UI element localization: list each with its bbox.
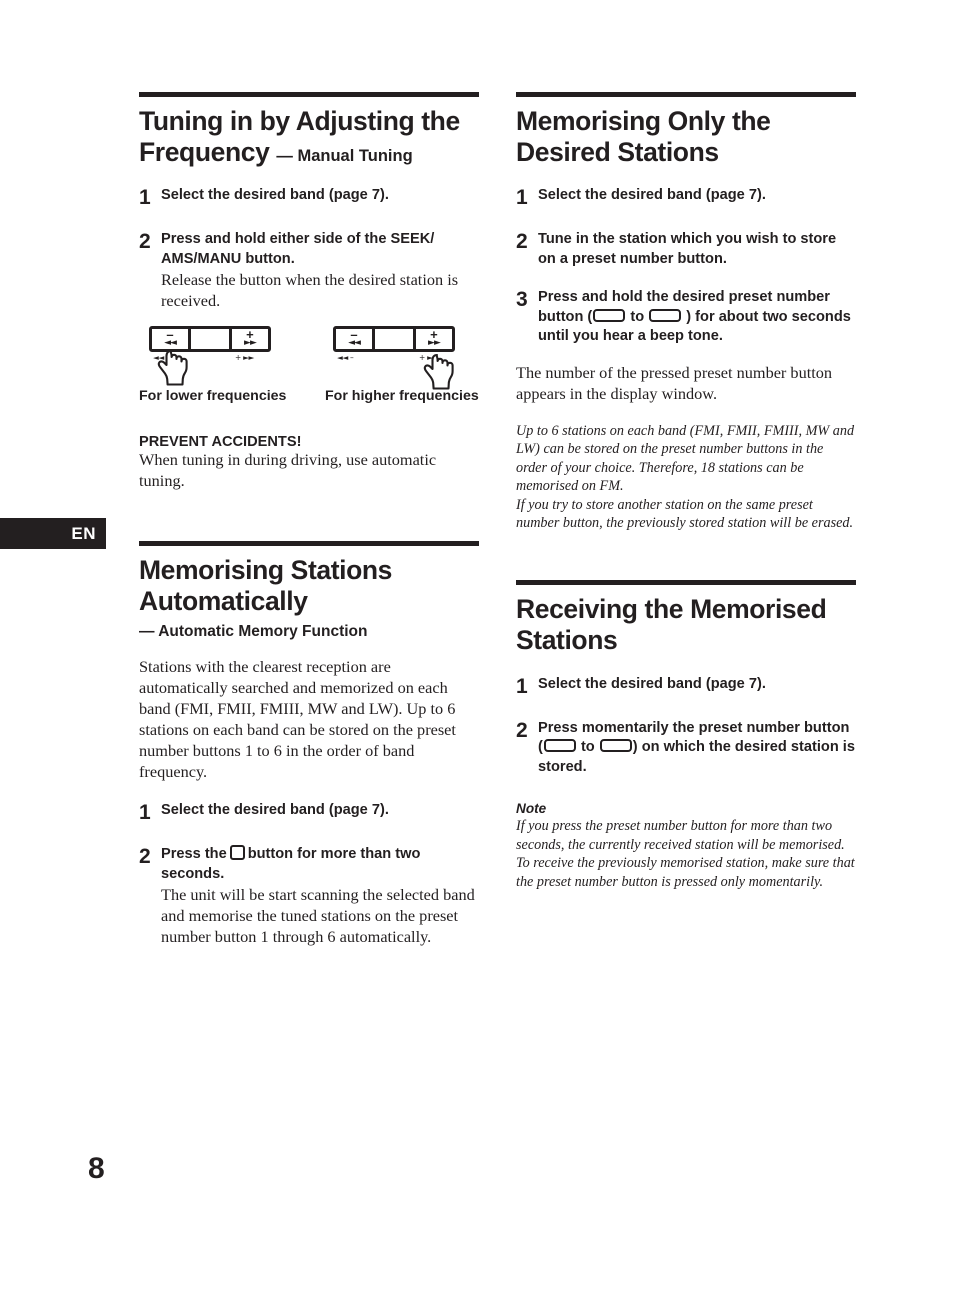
preset-button-1-icon	[593, 308, 626, 322]
seek-down-cell: – ◄◄	[152, 328, 188, 349]
step-lead-text: Tune in the station which you wish to st…	[538, 231, 837, 267]
section-rule	[516, 92, 856, 97]
caution-body-text: When tuning in during driving, use autom…	[139, 450, 437, 490]
step-lead-text: Press and hold either side of the SEEK/ …	[161, 231, 435, 267]
step-item: 1 Select the desired band (page 7).	[139, 186, 479, 211]
seek-center-cell	[188, 329, 229, 350]
note-heading: Note	[516, 801, 547, 817]
step-lead-text: Select the desired band (page 7).	[161, 187, 389, 204]
step-number: 3	[516, 288, 528, 312]
step-lead-text: Select the desired band (page 7).	[161, 802, 389, 819]
step-number: 1	[139, 186, 151, 210]
preset-button-6-icon	[649, 308, 682, 322]
seek-down-icon: – ◄◄	[348, 328, 361, 348]
figure-lower-frequencies: – ◄◄ + ►► ◄◄ – + ►► For lower frequencie…	[139, 326, 295, 404]
seek-sub-label-right: + ►►	[235, 353, 255, 363]
preset-memory-button-icon	[229, 845, 245, 861]
step-lead-text: Press the button for more than two second…	[161, 845, 479, 884]
right-column: Memorising Only the Desired Stations 1 S…	[516, 92, 856, 891]
step-content: Press and hold the desired preset number…	[538, 288, 856, 347]
step-lead-text: Press and hold the desired preset number…	[538, 288, 856, 347]
seek-down-cell: – ◄◄	[336, 328, 372, 349]
step-content: Select the desired band (page 7).	[161, 186, 479, 211]
step-detail-text: The unit will be start scanning the sele…	[161, 885, 475, 946]
section-subtitle: — Automatic Memory Function	[139, 623, 368, 641]
step-lead-text: Select the desired band (page 7).	[538, 675, 766, 692]
section-title: Memorising Stations Automatically	[139, 554, 393, 616]
page-title: Tuning in by Adjusting the Frequency — M…	[139, 106, 479, 167]
section-subtitle-text: — Manual Tuning	[276, 146, 413, 165]
section-body-text: The number of the pressed preset number …	[516, 362, 833, 403]
note-block: Note If you press the preset number butt…	[516, 801, 856, 891]
preset-button-6-icon	[599, 739, 632, 753]
manual-page: EN 8 Tuning in by Adjusting the Frequenc…	[0, 0, 954, 1303]
seek-up-icon: + ►►	[244, 328, 257, 348]
step-item: 3 Press and hold the desired preset numb…	[516, 288, 856, 347]
step-item: 2 Press momentarily the preset number bu…	[516, 719, 856, 778]
step-number: 2	[516, 718, 528, 742]
pointing-hand-icon	[157, 349, 188, 386]
seek-down-icon: – ◄◄	[164, 328, 177, 348]
step-item: 2 Press and hold either side of the SEEK…	[139, 230, 479, 312]
language-tab: EN	[0, 518, 106, 549]
section-memorising-automatically: Memorising Stations Automatically — Auto…	[139, 540, 479, 948]
preset-button-1-icon	[543, 739, 576, 753]
step-number: 1	[139, 801, 151, 825]
seek-button-figures: – ◄◄ + ►► ◄◄ – + ►► For lower frequencie…	[139, 326, 479, 404]
step-content: Select the desired band (page 7).	[161, 801, 479, 826]
forward-arrow-icon: ►►	[428, 337, 441, 348]
step-number: 2	[139, 230, 151, 254]
step-lead-text: Press momentarily the preset number butt…	[538, 719, 856, 778]
step-detail-text: Release the button when the desired stat…	[161, 270, 459, 311]
figure-caption: For lower frequencies	[139, 388, 287, 405]
section-rule	[139, 540, 479, 546]
section-rule	[516, 580, 856, 586]
step-item: 1 Select the desired band (page 7).	[516, 675, 856, 700]
step-item: 1 Select the desired band (page 7).	[139, 801, 479, 826]
seek-center-cell	[372, 329, 413, 350]
note-body-text: If you press the preset number button fo…	[516, 818, 855, 890]
rewind-arrow-icon: ◄◄	[164, 337, 177, 348]
section-italic-note-1: Up to 6 stations on each band (FMI, FMII…	[516, 422, 855, 495]
step-lead-text: Select the desired band (page 7).	[538, 187, 766, 204]
step-number: 1	[516, 674, 528, 698]
step-number: 2	[139, 845, 151, 869]
section-italic-note-2: If you try to store another station on t…	[516, 496, 854, 531]
seek-up-cell: + ►►	[412, 328, 452, 350]
step-content: Press and hold either side of the SEEK/ …	[161, 230, 479, 312]
section-rule	[139, 92, 479, 97]
step-content: Select the desired band (page 7).	[538, 675, 856, 700]
seek-up-icon: + ►►	[428, 328, 441, 348]
section-receiving-memorised: Receiving the Memorised Stations 1 Selec…	[516, 580, 856, 891]
section-title: Memorising Only the Desired Stations	[516, 106, 771, 167]
step-number: 2	[516, 230, 528, 254]
forward-arrow-icon: ►►	[244, 337, 257, 348]
step-content: Tune in the station which you wish to st…	[538, 230, 856, 269]
section-tuning-in: Tuning in by Adjusting the Frequency — M…	[139, 92, 479, 492]
step-item: 2 Tune in the station which you wish to …	[516, 230, 856, 269]
figure-higher-frequencies: – ◄◄ + ►► ◄◄ – + ►► For higher frequenci…	[323, 326, 479, 404]
step-lead-part2: to	[580, 739, 595, 756]
seek-ams-manu-button-graphic: – ◄◄ + ►►	[333, 326, 455, 353]
seek-sub-label-left: ◄◄ –	[337, 353, 354, 363]
left-column: Tuning in by Adjusting the Frequency — M…	[139, 92, 479, 948]
section-title: Receiving the Memorised Stations	[516, 594, 827, 656]
pointing-hand-icon	[423, 353, 454, 390]
step-content: Press momentarily the preset number butt…	[538, 719, 856, 778]
section-memorising-desired: Memorising Only the Desired Stations 1 S…	[516, 92, 856, 532]
step-item: 1 Select the desired band (page 7).	[516, 186, 856, 211]
step-item: 2 Press the button for more than two seco…	[139, 845, 479, 948]
section-intro-text: Stations with the clearest reception are…	[139, 657, 456, 781]
rewind-arrow-icon: ◄◄	[348, 337, 361, 348]
step-number: 1	[516, 186, 528, 210]
step-lead-part2: to	[630, 308, 645, 325]
seek-up-cell: + ►►	[228, 328, 268, 350]
step-lead-part1: Press the	[161, 846, 227, 863]
caution-heading: PREVENT ACCIDENTS!	[139, 434, 302, 451]
figure-caption: For higher frequencies	[325, 388, 479, 405]
step-content: Select the desired band (page 7).	[538, 186, 856, 211]
page-number: 8	[88, 1152, 105, 1185]
step-content: Press the button for more than two second…	[161, 845, 479, 948]
